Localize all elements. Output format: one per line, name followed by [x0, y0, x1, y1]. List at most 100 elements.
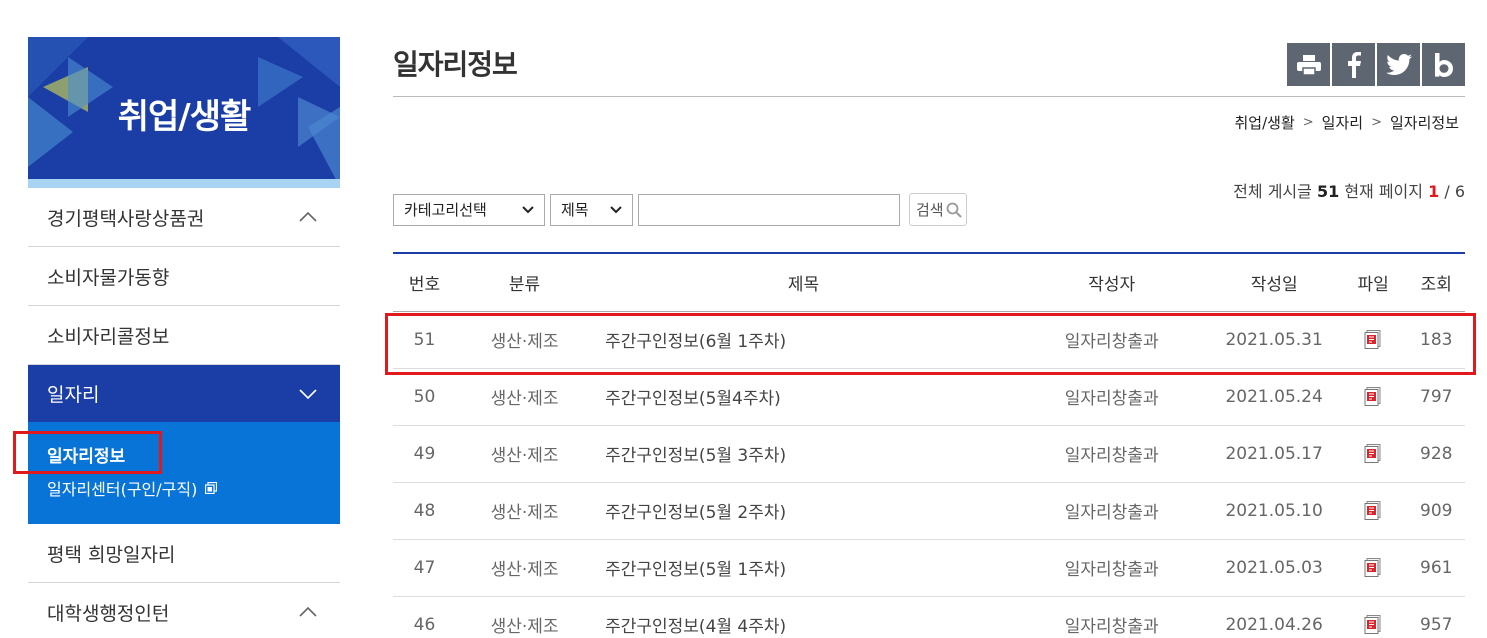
facebook-icon [1347, 51, 1361, 78]
total-label: 전체 게시글 [1233, 182, 1312, 201]
post-title-link[interactable]: 주간구인정보(5월 1주차) [593, 539, 1014, 596]
sidebar-item-jobs[interactable]: 일자리 [28, 365, 340, 422]
sidebar-item-label: 대학생행정인턴 [47, 602, 170, 625]
post-file-cell [1339, 425, 1408, 482]
table-row[interactable]: 46 생산·제조 주간구인정보(4월 4주차) 일자리창출과 2021.04.2… [393, 596, 1465, 638]
sidebar-item-label: 소비자리콜정보 [47, 325, 170, 348]
search-field-select-value: 제목 [561, 201, 589, 219]
search-button-label: 검색 [916, 201, 944, 219]
table-row[interactable]: 47 생산·제조 주간구인정보(5월 1주차) 일자리창출과 2021.05.0… [393, 539, 1465, 596]
column-header-file: 파일 [1338, 253, 1408, 312]
post-title-link[interactable]: 주간구인정보(5월 2주차) [593, 482, 1014, 539]
table-row[interactable]: 49 생산·제조 주간구인정보(5월 3주차) 일자리창출과 2021.05.1… [393, 425, 1465, 482]
post-number: 50 [413, 386, 436, 407]
sidebar-item-price-trend[interactable]: 소비자물가동향 [28, 247, 340, 306]
table-row[interactable]: 50 생산·제조 주간구인정보(5월4주차) 일자리창출과 2021.05.24… [393, 368, 1465, 425]
breadcrumb-item[interactable]: 취업/생활 [1235, 112, 1295, 133]
column-header-title: 제목 [593, 253, 1014, 312]
blog-button[interactable] [1422, 43, 1465, 86]
post-file-cell [1339, 482, 1408, 539]
post-number: 48 [413, 500, 436, 521]
column-header-date: 작성일 [1209, 253, 1339, 312]
post-category: 생산·제조 [490, 560, 559, 580]
post-views: 909 [1420, 500, 1453, 521]
post-date: 2021.05.17 [1225, 443, 1323, 464]
post-date: 2021.05.10 [1225, 500, 1323, 521]
sidebar-item-recall-info[interactable]: 소비자리콜정보 [28, 306, 340, 365]
twitter-icon [1385, 53, 1412, 75]
chevron-up-icon [299, 211, 317, 222]
table-row[interactable]: 48 생산·제조 주간구인정보(5월 2주차) 일자리창출과 2021.05.1… [393, 482, 1465, 539]
table-header-row: 번호 분류 제목 작성자 작성일 파일 조회 [393, 253, 1465, 312]
search-field-select[interactable]: 제목 [550, 193, 633, 226]
print-icon [1296, 54, 1321, 75]
search-button[interactable]: 검색 [909, 193, 967, 226]
column-header-number: 번호 [393, 253, 456, 312]
sidebar-item-student-intern[interactable]: 대학생행정인턴 [28, 583, 340, 638]
total-pages: 6 [1454, 182, 1465, 201]
post-author: 일자리창출과 [1064, 446, 1159, 466]
post-views: 961 [1420, 557, 1453, 578]
post-author: 일자리창출과 [1064, 617, 1159, 637]
main-content: 일자리정보 취업/생활 > 일자리 > 일자리정보 전체 게시글 51 현재 페… [393, 37, 1465, 637]
column-header-author: 작성자 [1013, 253, 1210, 312]
post-author: 일자리창출과 [1064, 503, 1159, 523]
chevron-down-icon [522, 205, 534, 213]
highlight-box-first-row [385, 313, 1476, 375]
attachment-file-icon[interactable] [1364, 615, 1382, 634]
new-window-icon [205, 482, 218, 494]
banner-title: 취업/생활 [117, 97, 252, 137]
post-views: 957 [1420, 614, 1453, 635]
post-category: 생산·제조 [490, 389, 559, 409]
breadcrumb-item[interactable]: 일자리 [1322, 112, 1363, 133]
category-select[interactable]: 카테고리선택 [393, 193, 545, 226]
search-icon [946, 202, 962, 218]
attachment-file-icon[interactable] [1364, 558, 1382, 577]
post-title-link[interactable]: 주간구인정보(5월 3주차) [593, 425, 1014, 482]
post-count: 전체 게시글 51 현재 페이지 1 / 6 [1233, 178, 1465, 202]
post-views: 797 [1420, 386, 1453, 407]
post-author: 일자리창출과 [1064, 389, 1159, 409]
sidebar-item-label: 평택 희망일자리 [47, 543, 176, 566]
attachment-file-icon[interactable] [1364, 387, 1382, 406]
post-title-link[interactable]: 주간구인정보(5월4주차) [593, 368, 1014, 425]
breadcrumb: 취업/생활 > 일자리 > 일자리정보 [1235, 112, 1460, 133]
title-divider [393, 96, 1465, 97]
submenu-item-job-center[interactable]: 일자리센터(구인/구직) [47, 476, 340, 500]
breadcrumb-item-current: 일자리정보 [1389, 114, 1459, 132]
category-select-value: 카테고리선택 [404, 201, 487, 219]
banner-strip [28, 179, 340, 188]
post-author: 일자리창출과 [1064, 560, 1159, 580]
post-number: 46 [413, 614, 436, 635]
chevron-down-icon [299, 388, 317, 399]
post-file-cell [1339, 596, 1408, 638]
sidebar-item-label: 경기평택사랑상품권 [47, 207, 205, 230]
post-number: 49 [413, 443, 436, 464]
sidebar-item-hope-jobs[interactable]: 평택 희망일자리 [28, 524, 340, 583]
page-label: 현재 페이지 [1344, 182, 1423, 201]
post-title-link[interactable]: 주간구인정보(4월 4주차) [593, 596, 1014, 638]
attachment-file-icon[interactable] [1364, 444, 1382, 463]
sidebar-item-gift-certificate[interactable]: 경기평택사랑상품권 [28, 188, 340, 247]
twitter-button[interactable] [1377, 43, 1420, 86]
search-input[interactable] [638, 193, 900, 226]
post-views: 928 [1420, 443, 1453, 464]
submenu-item-label: 일자리센터(구인/구직) [47, 480, 198, 499]
post-number: 47 [413, 557, 436, 578]
sidebar: 취업/생활 경기평택사랑상품권 소비자물가동향 소비자리콜정보 일자리 일자리정… [28, 37, 340, 638]
print-button[interactable] [1287, 43, 1330, 86]
post-date: 2021.04.26 [1225, 614, 1323, 635]
page-slash: / [1444, 182, 1450, 201]
breadcrumb-separator: > [1302, 115, 1314, 130]
post-date: 2021.05.24 [1225, 386, 1323, 407]
share-toolbar [1287, 43, 1465, 86]
attachment-file-icon[interactable] [1364, 501, 1382, 520]
chevron-up-icon [299, 606, 317, 617]
post-date: 2021.05.03 [1225, 557, 1323, 578]
column-header-views: 조회 [1407, 253, 1465, 312]
search-bar: 카테고리선택 제목 검색 [393, 193, 967, 226]
sidebar-item-label: 일자리 [47, 384, 100, 406]
blog-icon [1434, 52, 1453, 77]
facebook-button[interactable] [1332, 43, 1375, 86]
post-table: 번호 분류 제목 작성자 작성일 파일 조회 51 생산·제조 주간구인정보(6… [393, 252, 1465, 638]
